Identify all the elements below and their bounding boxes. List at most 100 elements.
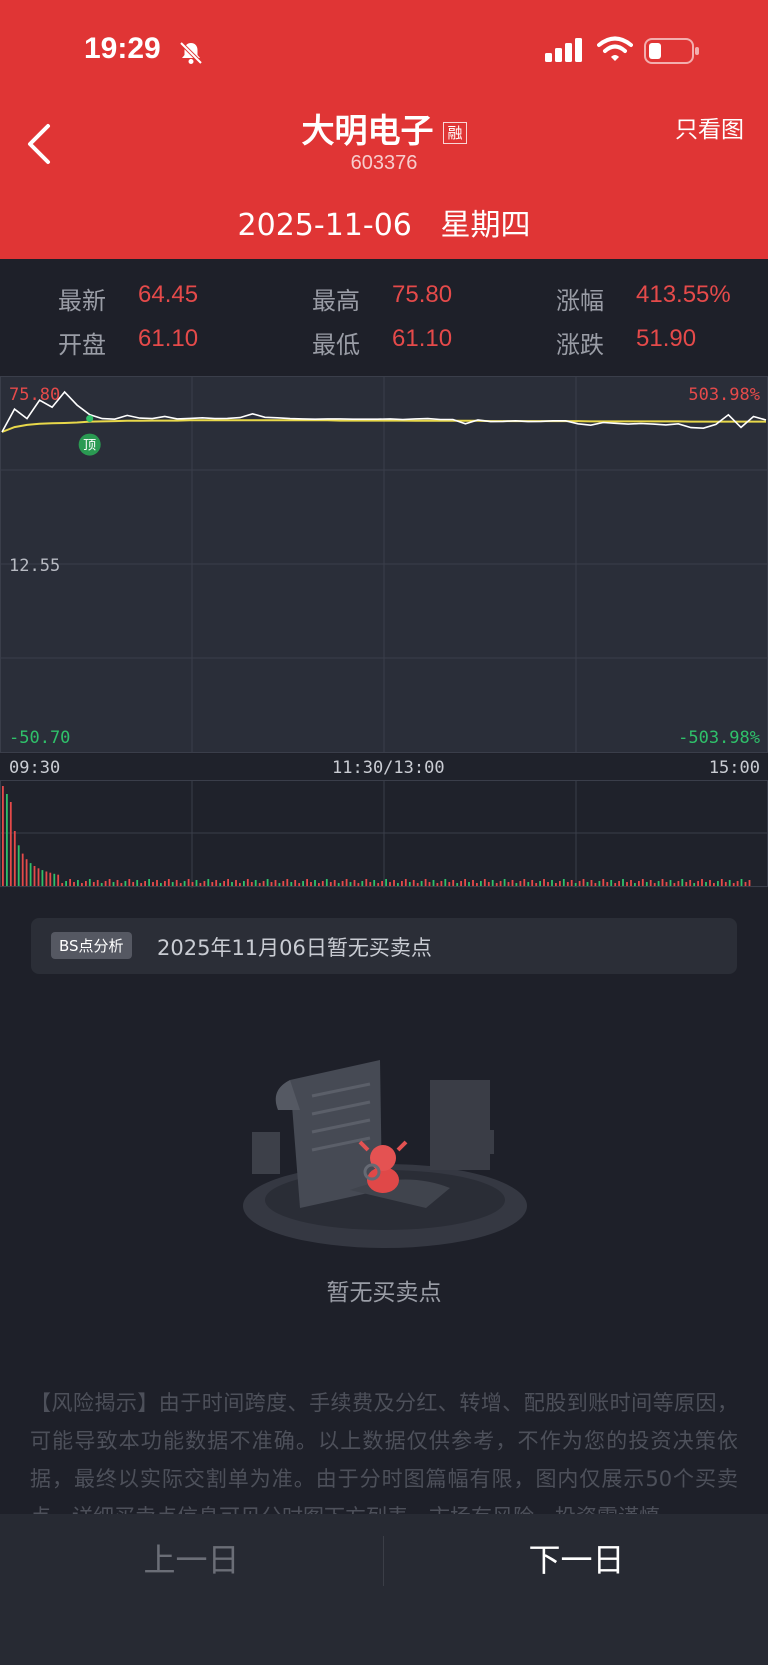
volume-bar xyxy=(164,881,166,886)
volume-bar xyxy=(448,882,451,886)
volume-bar xyxy=(33,866,36,886)
volume-bar xyxy=(65,881,67,886)
empty-state-illustration xyxy=(243,1060,527,1248)
volume-bar xyxy=(175,880,178,886)
volume-bar xyxy=(653,883,656,886)
volume-bar xyxy=(598,881,601,886)
date-label: 2025-11-06 星期四 xyxy=(0,200,768,244)
volume-bar xyxy=(278,883,281,886)
volume-bar xyxy=(282,881,285,886)
volume-bar xyxy=(732,883,735,886)
stat-label: 最高 xyxy=(312,287,360,315)
only-chart-button[interactable]: 只看图 xyxy=(675,110,744,144)
next-day-button[interactable]: 下一日 xyxy=(385,1514,768,1606)
volume-bar xyxy=(73,882,75,886)
volume-bar xyxy=(582,879,585,886)
volume-bar xyxy=(436,883,439,886)
volume-bar xyxy=(559,881,561,886)
volume-bar xyxy=(578,881,581,886)
volume-bar xyxy=(203,881,206,886)
volume-bar xyxy=(77,880,79,886)
volume-bar xyxy=(641,879,644,886)
volume-bar xyxy=(701,879,703,886)
battery-icon xyxy=(644,38,699,64)
volume-bar xyxy=(594,883,597,886)
volume-bar xyxy=(720,879,723,886)
volume-bar xyxy=(677,881,680,886)
volume-bar xyxy=(9,802,12,886)
volume-bar xyxy=(523,879,526,886)
volume-bar xyxy=(152,882,154,886)
volume-bar xyxy=(29,863,32,886)
volume-bar xyxy=(381,881,383,886)
volume-bar xyxy=(519,881,522,886)
volume-bar xyxy=(464,879,466,886)
volume-bar xyxy=(393,880,395,886)
axis-price-top: 75.80 xyxy=(9,385,61,405)
volume-bar xyxy=(401,881,403,886)
volume-bar xyxy=(665,882,668,886)
volume-bar xyxy=(408,882,411,886)
volume-bar xyxy=(227,879,229,886)
quote-stats: 最新 64.45 最高 75.80 涨幅 413.55% 开盘 61.10 最低 61.1… xyxy=(0,259,768,377)
volume-bar xyxy=(527,882,530,886)
volume-bar xyxy=(17,845,20,886)
volume-bar xyxy=(412,880,415,886)
volume-bar xyxy=(266,879,269,886)
volume-bar xyxy=(404,879,407,886)
volume-bar xyxy=(286,879,289,886)
stat-latest: 最新 64.45 xyxy=(58,281,198,316)
stat-change: 涨跌 51.90 xyxy=(556,325,696,360)
volume-bar xyxy=(555,883,557,886)
volume-bar xyxy=(337,883,340,886)
top-marker-label: 顶 xyxy=(83,439,96,454)
volume-bar xyxy=(713,883,715,886)
volume-bar xyxy=(290,882,293,886)
volume-bar xyxy=(148,879,150,886)
volume-bar xyxy=(349,882,352,886)
volume-bar xyxy=(239,883,241,886)
volume-bar xyxy=(476,883,478,886)
volume-bar xyxy=(329,882,332,886)
volume-bar xyxy=(294,880,297,886)
volume-bar xyxy=(298,883,301,886)
time-label-open: 09:30 xyxy=(9,758,61,778)
volume-bar xyxy=(740,879,743,886)
stat-value: 61.10 xyxy=(138,325,199,352)
volume-bar xyxy=(365,879,368,886)
volume-bar xyxy=(211,882,214,886)
volume-bar xyxy=(547,882,549,886)
volume-bar xyxy=(128,879,131,886)
stock-name: 大明电子 xyxy=(301,111,434,150)
volume-bar xyxy=(219,883,222,886)
volume-bar xyxy=(85,881,87,886)
prev-day-button[interactable]: 上一日 xyxy=(0,1514,383,1606)
stat-value: 61.10 xyxy=(392,325,453,352)
volume-bar xyxy=(310,882,312,886)
volume-bar xyxy=(13,831,16,886)
axis-price-mid: 12.55 xyxy=(9,556,61,576)
signal-icon xyxy=(545,38,582,62)
time-label-close: 15:00 xyxy=(708,758,760,778)
volume-bar xyxy=(744,882,747,886)
volume-bar xyxy=(626,882,628,886)
stat-label: 最新 xyxy=(58,287,106,315)
volume-bar xyxy=(483,879,486,886)
volume-bar xyxy=(270,882,273,886)
volume-bar xyxy=(306,879,308,886)
volume-bar xyxy=(341,881,344,886)
volume-bar xyxy=(432,880,435,886)
bs-analysis-tag: BS点分析 xyxy=(51,932,132,959)
volume-bar xyxy=(657,881,660,886)
intraday-chart[interactable]: 顶 75.80 503.98% 12.55 -50.70 -503.98% 09… xyxy=(0,376,768,888)
volume-bar xyxy=(614,883,617,886)
volume-bar xyxy=(345,879,348,886)
volume-bar xyxy=(132,882,135,886)
axis-pct-top: 503.98% xyxy=(688,385,760,405)
volume-bar xyxy=(444,879,447,886)
volume-bar xyxy=(472,880,474,886)
volume-bar xyxy=(69,879,71,886)
volume-bar xyxy=(424,879,427,886)
volume-bar xyxy=(491,880,494,886)
volume-bar xyxy=(53,873,56,886)
